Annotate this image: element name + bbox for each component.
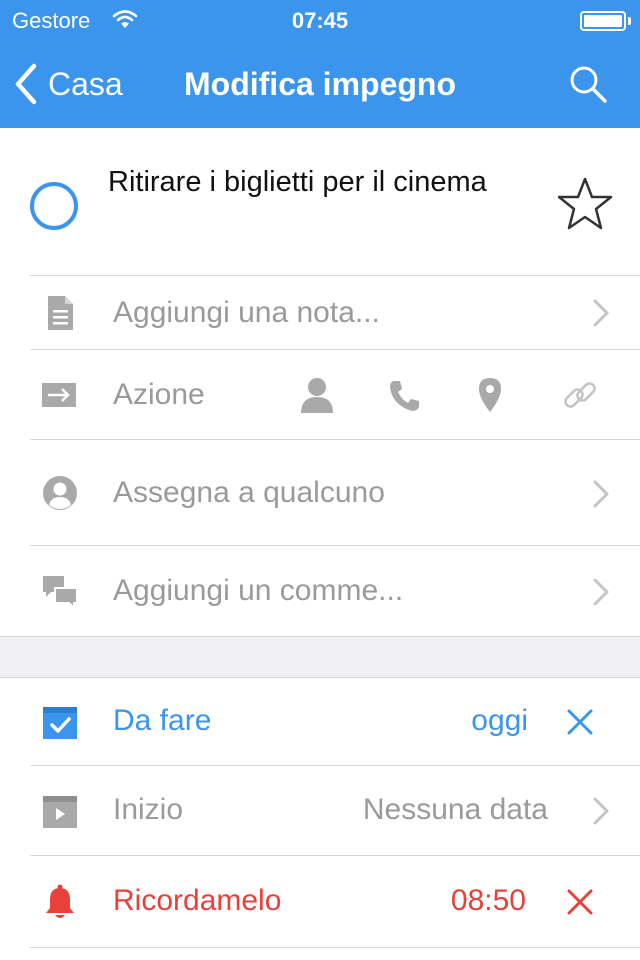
- arrow-right-icon: [42, 383, 76, 407]
- start-date-value: Nessuna data: [362, 793, 548, 826]
- search-icon[interactable]: [568, 64, 608, 104]
- due-date-label: Da fare: [113, 704, 212, 737]
- assign-label: Assegna a qualcuno: [113, 476, 385, 509]
- add-note-row[interactable]: Aggiungi una nota...: [0, 276, 640, 350]
- add-comment-label: Aggiungi un comme...: [113, 574, 404, 607]
- chevron-right-icon: [593, 578, 609, 606]
- task-header: Ritirare i biglietti per il cinema: [0, 128, 640, 276]
- clock: 07:45: [291, 8, 349, 33]
- location-pin-icon[interactable]: [470, 375, 510, 415]
- action-row: Azione: [0, 350, 640, 440]
- add-note-label: Aggiungi una nota...: [113, 296, 380, 329]
- status-bar: Gestore 07:45: [0, 0, 640, 40]
- navigation-bar: Casa Modifica impegno: [0, 40, 640, 128]
- chevron-right-icon: [593, 797, 609, 825]
- reminder-label: Ricordamelo: [113, 884, 282, 917]
- back-button[interactable]: Casa: [14, 62, 123, 106]
- chevron-right-icon: [593, 299, 609, 327]
- link-icon[interactable]: [560, 375, 600, 415]
- calendar-start-icon: [43, 796, 77, 828]
- calendar-check-icon: [43, 707, 77, 739]
- task-title[interactable]: Ritirare i biglietti per il cinema: [108, 162, 508, 203]
- user-circle-icon: [43, 476, 77, 510]
- chevron-left-icon: [15, 63, 37, 105]
- bell-icon: [46, 884, 74, 918]
- chat-bubbles-icon: [43, 576, 78, 611]
- back-label: Casa: [48, 65, 123, 102]
- chevron-right-icon: [593, 480, 609, 508]
- start-date-label: Inizio: [113, 793, 184, 826]
- reminder-row[interactable]: Ricordamelo 08:50: [0, 856, 640, 948]
- close-icon[interactable]: [563, 885, 597, 919]
- assign-row[interactable]: Assegna a qualcuno: [0, 440, 640, 546]
- reminder-time-value: 08:50: [450, 884, 526, 917]
- divider: [30, 947, 640, 948]
- complete-task-checkbox[interactable]: [30, 182, 78, 230]
- person-icon[interactable]: [297, 375, 337, 415]
- close-icon[interactable]: [563, 705, 597, 739]
- due-date-value: oggi: [471, 704, 528, 737]
- phone-icon[interactable]: [384, 375, 424, 415]
- start-date-row[interactable]: Inizio Nessuna data: [0, 766, 640, 856]
- battery-icon: [580, 11, 626, 31]
- star-icon[interactable]: [556, 176, 614, 234]
- action-label: Azione: [113, 378, 205, 411]
- header: Gestore 07:45 Casa Modifica impegno: [0, 0, 640, 128]
- due-date-row[interactable]: Da fare oggi: [0, 678, 640, 766]
- battery-tip: [628, 17, 631, 25]
- add-comment-row[interactable]: Aggiungi un comme...: [0, 546, 640, 636]
- section-separator: [0, 636, 640, 678]
- document-icon: [48, 296, 73, 330]
